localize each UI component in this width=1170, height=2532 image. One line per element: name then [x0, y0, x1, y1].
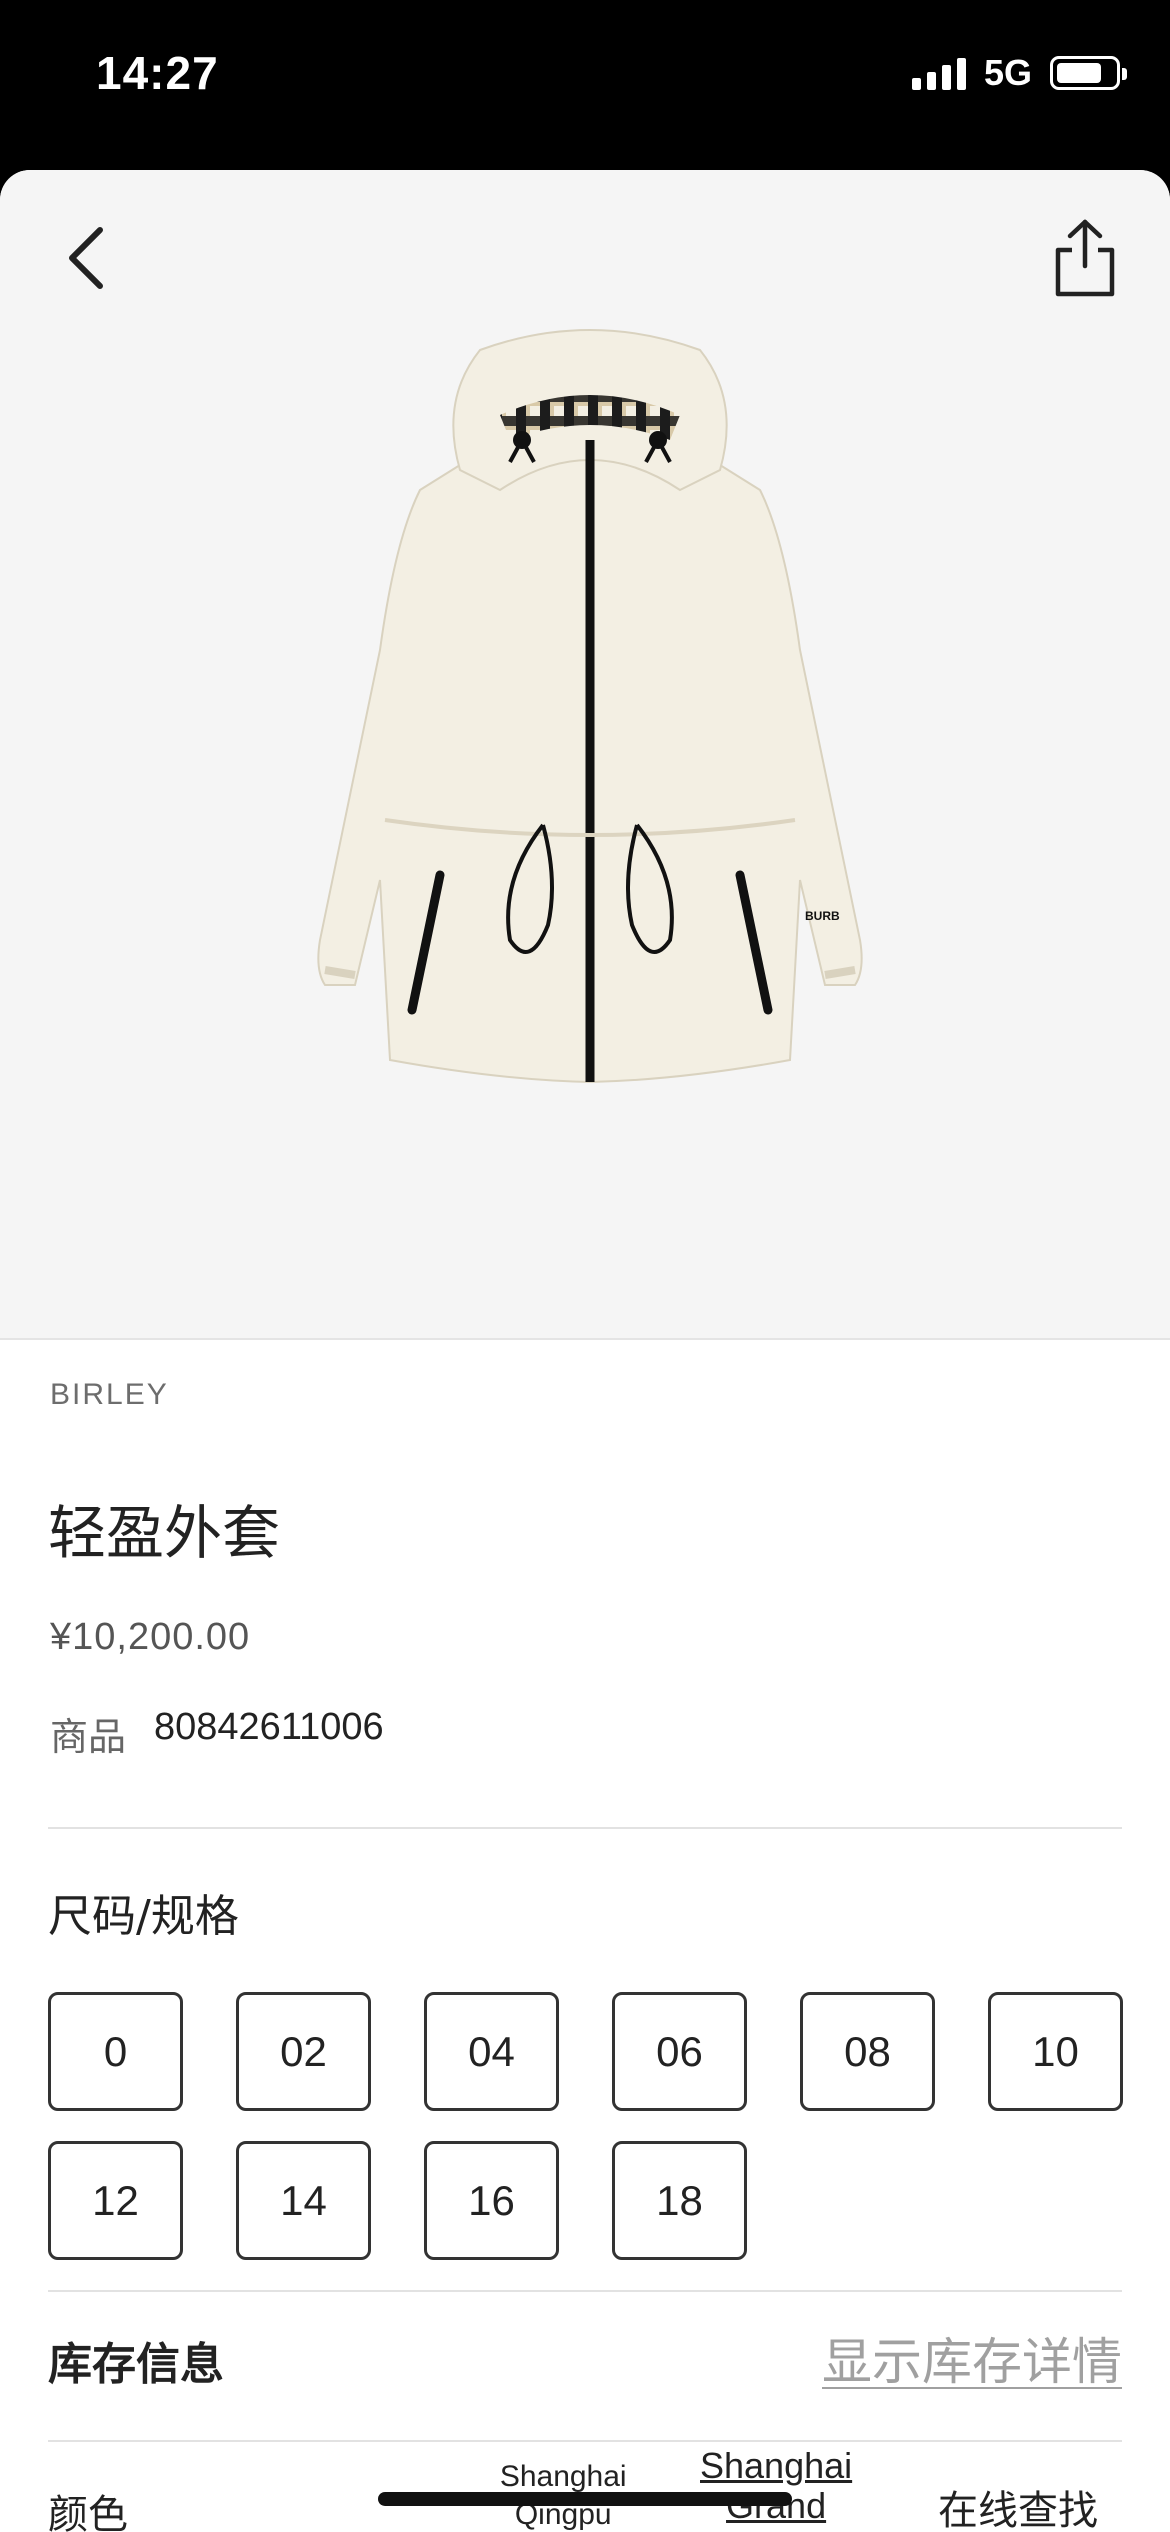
size-option-12[interactable]: 12 — [48, 2141, 183, 2260]
divider — [48, 1827, 1122, 1829]
find-online-button[interactable]: 在线查找 — [938, 2478, 1098, 2532]
size-grid: 0 02 04 06 08 10 12 14 16 18 — [48, 1992, 1124, 2260]
status-time: 14:27 — [96, 47, 219, 99]
network-type: 5G — [983, 52, 1032, 93]
size-option-10[interactable]: 10 — [988, 1992, 1123, 2111]
status-bar: 14:27 5G — [0, 0, 1170, 170]
brand-label: BIRLEY — [50, 1378, 169, 1411]
home-indicator — [378, 2492, 792, 2506]
chevron-left-icon — [69, 227, 103, 289]
share-button[interactable] — [1050, 218, 1120, 300]
status-indicators: 5G — [911, 52, 1127, 94]
divider — [48, 2440, 1122, 2442]
size-option-16[interactable]: 16 — [424, 2141, 559, 2260]
sku-label: 商品 — [50, 1715, 127, 1759]
stock-heading: 库存信息 — [48, 2339, 224, 2390]
size-option-04[interactable]: 04 — [424, 1992, 559, 2111]
product-image-area: BURB — [0, 170, 1170, 1340]
divider — [48, 2290, 1122, 2292]
sku-value: 80842611006 — [154, 1706, 384, 1748]
size-option-02[interactable]: 02 — [236, 1992, 371, 2111]
product-sheet: BURB BIRLEY 轻盈外套 ¥10,200.00 商品 808426110… — [0, 170, 1170, 2532]
size-option-06[interactable]: 06 — [612, 1992, 747, 2111]
back-button[interactable] — [54, 218, 118, 298]
size-option-14[interactable]: 14 — [236, 2141, 371, 2260]
size-heading: 尺码/规格 — [48, 1891, 239, 1942]
product-price: ¥10,200.00 — [50, 1616, 251, 1658]
color-label: 颜色 — [48, 2492, 128, 2532]
battery-icon — [1050, 56, 1127, 90]
product-title: 轻盈外套 — [48, 1499, 281, 1567]
product-sku: 商品 80842611006 — [50, 1706, 384, 1761]
share-icon — [1055, 219, 1115, 297]
product-image: BURB — [317, 329, 863, 1084]
size-option-18[interactable]: 18 — [612, 2141, 747, 2260]
size-option-0[interactable]: 0 — [48, 1992, 183, 2111]
size-option-08[interactable]: 08 — [800, 1992, 935, 2111]
show-stock-details-link[interactable]: 显示库存详情 — [822, 2322, 1122, 2394]
signal-icon — [911, 56, 966, 90]
svg-text:BURB: BURB — [805, 909, 840, 923]
store-link[interactable]: Shanghai Grand — [700, 2446, 852, 2526]
